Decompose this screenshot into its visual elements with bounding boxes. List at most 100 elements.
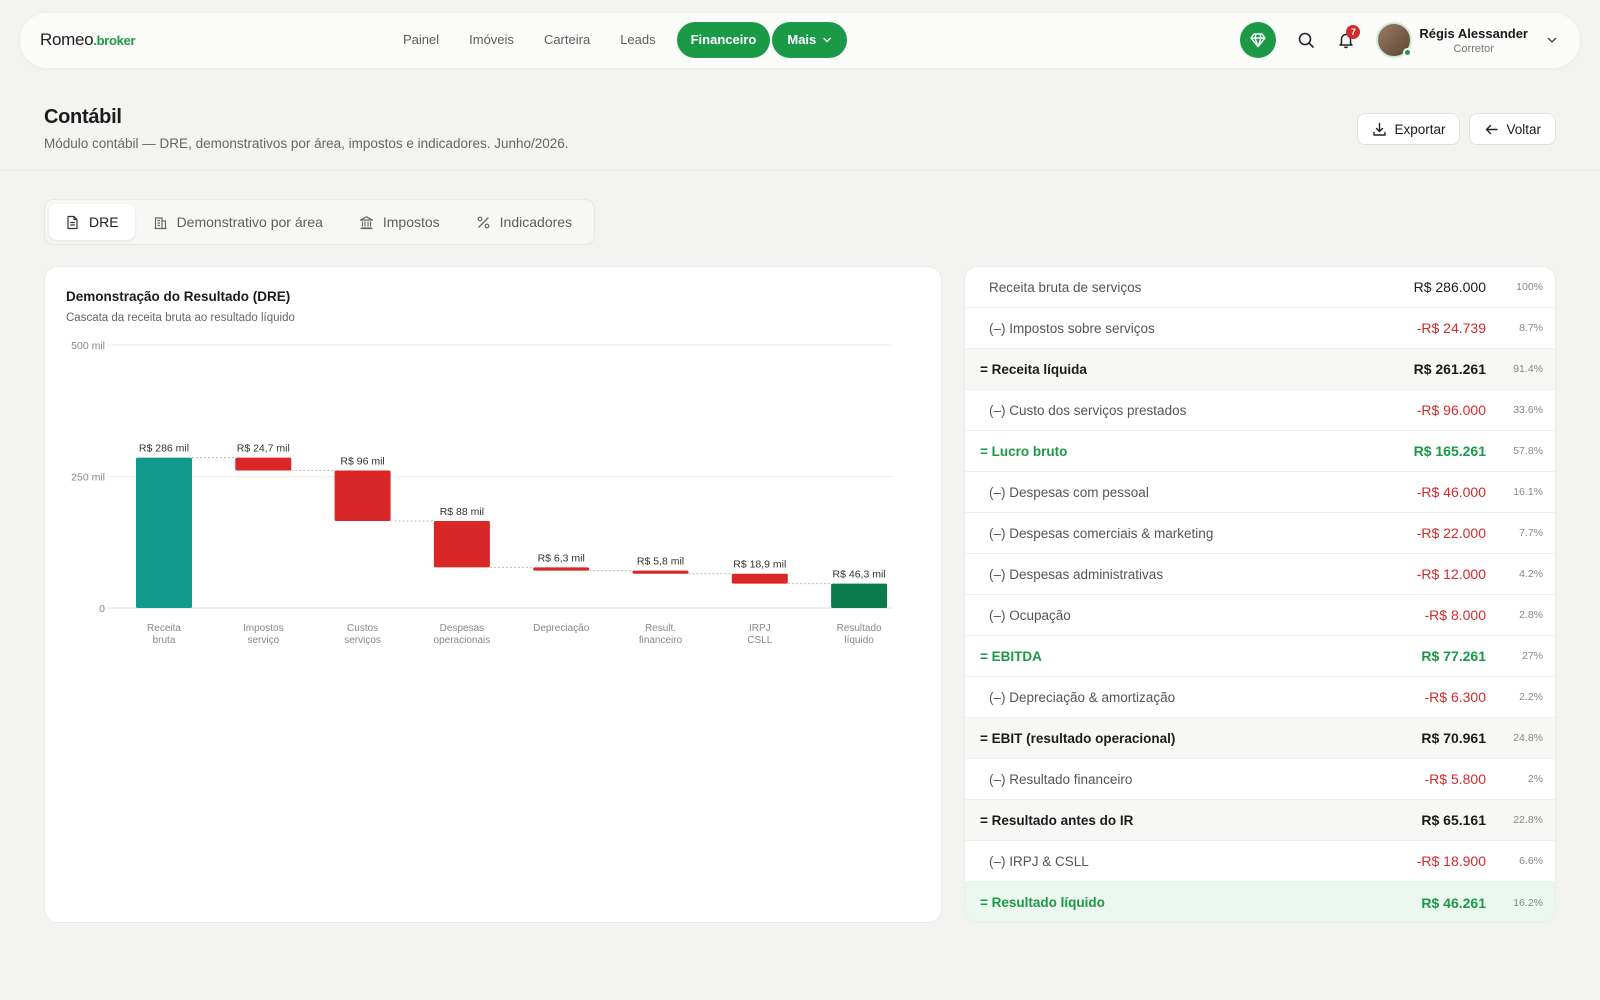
nav-item-financeiro[interactable]: Financeiro	[676, 22, 771, 58]
x-tick-label: líquido	[844, 635, 874, 646]
bar-data-label: R$ 286 mil	[139, 443, 189, 455]
dre-row-percent: 16.1%	[1513, 486, 1543, 498]
dre-row-value: R$ 286.000	[1413, 279, 1486, 295]
bar-data-label: R$ 6,3 mil	[538, 552, 585, 564]
dre-row-label: = Resultado líquido	[980, 895, 1105, 910]
dre-row-percent: 27%	[1521, 650, 1543, 662]
dre-row-value: R$ 77.261	[1421, 648, 1486, 664]
nav-item-painel[interactable]: Painel	[388, 22, 454, 58]
page-subtitle: Módulo contábil — DRE, demonstrativos po…	[44, 136, 569, 151]
header-actions: Exportar Voltar	[1357, 113, 1556, 145]
bar-data-label: R$ 88 mil	[440, 506, 484, 518]
x-tick-label: IRPJ	[749, 623, 771, 634]
app-logo[interactable]: Romeo.broker	[40, 30, 136, 50]
dre-row-label: Receita bruta de serviços	[989, 279, 1142, 295]
online-status-dot	[1403, 48, 1413, 57]
dre-row: (–) Custo dos serviços prestados -R$ 96.0…	[965, 390, 1555, 431]
dre-row-label: (–) Despesas com pessoal	[989, 484, 1149, 500]
x-tick-label: Despesas	[440, 623, 484, 634]
dre-row-label: (–) Despesas administrativas	[989, 566, 1164, 582]
avatar[interactable]	[1376, 22, 1413, 58]
percent-icon	[477, 216, 490, 228]
dre-row-value: R$ 165.261	[1413, 443, 1486, 459]
dre-row-label: (–) Impostos sobre serviços	[989, 320, 1155, 336]
user-name: Régis Alessander	[1419, 25, 1528, 41]
bar-data-label: R$ 96 mil	[340, 456, 384, 468]
dre-row-percent: 2.8%	[1519, 609, 1543, 621]
dre-row-value: -R$ 24.739	[1416, 320, 1486, 336]
dre-row-percent: 33.6%	[1513, 404, 1543, 416]
search-icon	[1299, 32, 1315, 48]
nav-more-button[interactable]: Mais	[772, 22, 848, 58]
back-button[interactable]: Voltar	[1469, 113, 1556, 145]
back-label: Voltar	[1506, 121, 1541, 137]
dre-chart-card: Demonstração do Resultado (DRE) Cascata …	[44, 266, 942, 923]
dre-row: = Resultado antes do IR R$ 65.161 22.8%	[965, 800, 1555, 841]
top-navbar: Romeo.broker Painel Imóveis Carteira Lea…	[20, 13, 1580, 68]
tab-demonstrativo-por-area[interactable]: Demonstrativo por área	[135, 204, 341, 240]
x-tick-label: financeiro	[639, 635, 683, 646]
search-button[interactable]	[1288, 22, 1324, 58]
waterfall-bar	[136, 457, 192, 608]
x-tick-label: serviço	[247, 635, 279, 646]
chevron-down-icon[interactable]	[1546, 34, 1558, 46]
dre-row-value: -R$ 46.000	[1416, 484, 1486, 500]
dre-row: (–) Despesas comerciais & marketing -R$ 2…	[965, 513, 1555, 554]
dre-row-value: -R$ 96.000	[1416, 402, 1486, 418]
dre-row-label: (–) Ocupação	[989, 607, 1071, 623]
download-icon	[1373, 122, 1387, 136]
bar-data-label: R$ 18,9 mil	[733, 559, 786, 571]
y-tick-label: 250 mil	[71, 472, 105, 484]
dre-row: (–) Ocupação -R$ 8.000 2.8%	[965, 595, 1555, 636]
dre-row: = Resultado líquido R$ 46.261 16.2%	[965, 882, 1555, 922]
dre-row-value: R$ 46.261	[1421, 894, 1486, 911]
user-info[interactable]: Régis Alessander Corretor	[1419, 26, 1528, 55]
dre-table: Receita bruta de serviços R$ 286.000 100% (…	[964, 266, 1556, 923]
dre-row-value: -R$ 12.000	[1416, 566, 1486, 582]
tab-impostos[interactable]: Impostos	[341, 204, 458, 240]
dre-row-label: = Lucro bruto	[980, 443, 1068, 459]
dre-row: = Lucro bruto R$ 165.261 57.8%	[965, 431, 1555, 472]
waterfall-bar	[533, 567, 590, 571]
x-tick-label: Impostos	[243, 623, 284, 634]
dre-row-percent: 6.6%	[1519, 855, 1543, 867]
dre-row: = EBITDA R$ 77.261 27%	[965, 636, 1555, 677]
bar-data-label: R$ 24,7 mil	[237, 443, 290, 455]
x-tick-label: operacionais	[434, 635, 491, 646]
dre-row-percent: 57.8%	[1513, 445, 1543, 457]
tab-dre[interactable]: DRE	[49, 204, 135, 240]
notifications-button[interactable]: 7	[1328, 22, 1364, 58]
y-tick-label: 0	[99, 603, 105, 615]
document-icon	[67, 215, 78, 229]
dre-row-label: (–) Depreciação & amortização	[989, 689, 1176, 705]
dre-row-percent: 8.7%	[1519, 322, 1543, 334]
dre-row-percent: 2.2%	[1519, 691, 1543, 703]
logo-suffix: .broker	[93, 33, 136, 48]
header-divider	[0, 170, 1600, 171]
dre-row: (–) Impostos sobre serviços -R$ 24.739 8.7…	[965, 308, 1555, 349]
dre-row-percent: 91.4%	[1513, 363, 1543, 375]
dre-row-percent: 100%	[1516, 281, 1543, 293]
dre-row: (–) IRPJ & CSLL -R$ 18.900 6.6%	[965, 841, 1555, 882]
export-button[interactable]: Exportar	[1357, 113, 1461, 145]
user-role: Corretor	[1453, 42, 1494, 55]
dre-row-value: -R$ 22.000	[1416, 525, 1486, 541]
nav-more-label: Mais	[787, 32, 817, 47]
nav-item-carteira[interactable]: Carteira	[529, 22, 605, 58]
notification-count-badge: 7	[1346, 25, 1361, 39]
tab-indicadores[interactable]: Indicadores	[458, 204, 590, 240]
dre-row: = Receita líquida R$ 261.261 91.4%	[965, 349, 1555, 390]
page-title: Contábil	[44, 106, 122, 128]
dre-row-percent: 24.8%	[1513, 732, 1543, 744]
waterfall-bar	[632, 570, 689, 574]
premium-button[interactable]	[1240, 22, 1277, 58]
x-tick-label: Resultado	[837, 623, 882, 634]
nav-item-imoveis[interactable]: Imóveis	[454, 22, 529, 58]
nav-item-leads[interactable]: Leads	[605, 22, 670, 58]
tab-bar: DRE Demonstrativo por área Impostos Indi…	[44, 199, 596, 245]
dre-row-label: (–) Despesas comerciais & marketing	[989, 525, 1214, 541]
tab-label: Indicadores	[499, 214, 573, 230]
x-tick-label: Result.	[645, 623, 676, 634]
building-icon	[154, 216, 167, 229]
waterfall-bar	[334, 470, 391, 522]
